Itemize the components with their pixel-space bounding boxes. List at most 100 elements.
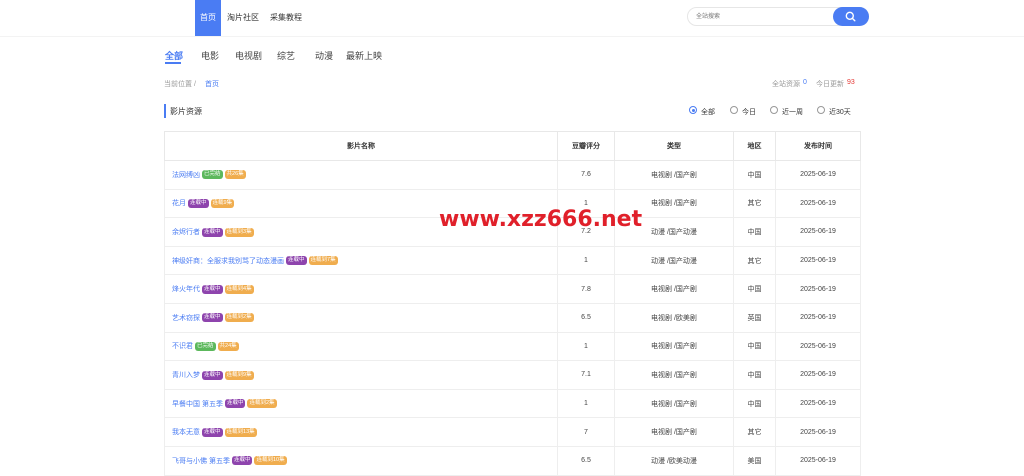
status-badge: 连载到2集	[247, 399, 277, 409]
title-link[interactable]: 不识君	[172, 343, 193, 350]
cell-region: 中国	[733, 160, 776, 190]
category-movie[interactable]: 电影	[201, 49, 219, 62]
cell-region: 其它	[733, 245, 776, 276]
category-variety[interactable]: 综艺	[277, 49, 295, 62]
status-badge: 连载中	[231, 456, 253, 466]
cell-date: 2025-06-19	[775, 188, 861, 219]
cell-title: 我本无意 连载中 连载到13集	[164, 417, 558, 447]
cell-date: 2025-06-19	[775, 417, 861, 447]
stat-today-value: 93	[847, 79, 855, 86]
cell-type: 电视剧 /国产剧	[614, 160, 734, 190]
cell-score: 7.6	[557, 160, 615, 190]
resource-table: 影片名称 豆瓣评分 类型 地区 发布时间 法网缚凶 已完结 共26集 7.6 电视剧 /…	[164, 131, 861, 476]
category-latest[interactable]: 最新上映	[346, 49, 382, 62]
title-link[interactable]: 余烬行者	[172, 229, 200, 236]
status-badge: 连载中	[202, 370, 223, 380]
cell-score: 7.1	[557, 360, 615, 390]
table-row: 青川入梦 连载中 连载到9集 7.1 电视剧 /国产剧 中国 2025-06-19	[164, 360, 861, 390]
title-link[interactable]: 艺术窃探	[172, 315, 200, 322]
category-active-indicator	[165, 62, 181, 64]
cell-region: 中国	[733, 274, 776, 304]
status-badge: 连载中	[202, 313, 223, 323]
title-link[interactable]: 青川入梦	[172, 372, 200, 379]
status-badge: 连载中	[202, 227, 223, 237]
stat-total-value: 0	[803, 79, 807, 86]
title-link[interactable]: 神级奸商：全服求我别骂了动态漫画	[172, 258, 284, 265]
cell-score: 7	[557, 417, 615, 447]
nav-item-tutorial[interactable]: 采集教程	[266, 0, 306, 36]
status-badge: 连载到13集	[224, 427, 257, 437]
cell-score: 1	[557, 245, 615, 276]
section-accent-bar	[164, 104, 166, 118]
status-badge: 连载到3集	[224, 227, 254, 237]
cell-type: 电视剧 /国产剧	[614, 388, 734, 419]
breadcrumb-home[interactable]: 首页	[205, 79, 219, 89]
search-icon	[845, 11, 856, 22]
status-badge: 连载中	[202, 427, 223, 437]
cell-date: 2025-06-19	[775, 217, 861, 247]
status-badge: 已完结	[202, 170, 223, 180]
cell-title: 青川入梦 连载中 连载到9集	[164, 360, 558, 390]
category-tv[interactable]: 电视剧	[235, 49, 262, 62]
title-link[interactable]: 花月	[172, 200, 186, 207]
title-link[interactable]: 我本无意	[172, 429, 200, 436]
status-badge: 连载到7集	[308, 256, 338, 266]
status-badge: 连载到10集	[254, 456, 287, 466]
cell-region: 其它	[733, 417, 776, 447]
filter-today-label: 今日	[742, 109, 756, 116]
status-badge: 连载中	[188, 199, 209, 209]
cell-score: 1	[557, 331, 615, 362]
nav-item-community[interactable]: 淘片社区	[224, 0, 262, 36]
status-badge: 共26集	[224, 170, 246, 180]
cell-date: 2025-06-19	[775, 302, 861, 333]
status-badge: 已完结	[195, 342, 216, 352]
status-badge: 连载中	[202, 284, 223, 294]
status-badge: 连载9集	[210, 199, 235, 209]
cell-region: 其它	[733, 188, 776, 219]
cell-type: 电视剧 /国产剧	[614, 417, 734, 447]
cell-date: 2025-06-19	[775, 274, 861, 304]
header-date: 发布时间	[775, 131, 861, 161]
cell-region: 英国	[733, 302, 776, 333]
watermark-text: www.xzz666.net	[439, 207, 643, 232]
table-row: 法网缚凶 已完结 共26集 7.6 电视剧 /国产剧 中国 2025-06-19	[164, 160, 861, 190]
nav-item-home[interactable]: 首页	[195, 0, 221, 36]
table-row: 烽火年代 连载中 连载到4集 7.8 电视剧 /国产剧 中国 2025-06-19	[164, 274, 861, 304]
cell-region: 中国	[733, 360, 776, 390]
filter-week-label: 近一周	[782, 109, 803, 116]
cell-title: 法网缚凶 已完结 共26集	[164, 160, 558, 190]
cell-region: 中国	[733, 388, 776, 419]
cell-type: 电视剧 /欧美剧	[614, 302, 734, 333]
header-score: 豆瓣评分	[557, 131, 615, 161]
cell-title: 神级奸商：全服求我别骂了动态漫画 连载中 连载到7集	[164, 245, 558, 276]
category-all[interactable]: 全部	[165, 49, 183, 62]
search-button[interactable]	[833, 7, 869, 26]
category-anime[interactable]: 动漫	[315, 49, 333, 62]
title-link[interactable]: 早餐中国 第五季	[172, 401, 223, 408]
cell-score: 7.8	[557, 274, 615, 304]
radio-icon	[817, 106, 825, 114]
search-input[interactable]	[696, 11, 826, 23]
search-box	[687, 7, 869, 26]
status-badge: 连载中	[224, 399, 246, 409]
cell-title: 艺术窃探 连载中 连载到2集	[164, 302, 558, 333]
table-row: 不识君 已完结 共24集 1 电视剧 /国产剧 中国 2025-06-19	[164, 331, 861, 362]
cell-date: 2025-06-19	[775, 360, 861, 390]
cell-type: 电视剧 /国产剧	[614, 331, 734, 362]
title-link[interactable]: 烽火年代	[172, 286, 200, 293]
status-badge: 连载到4集	[224, 284, 254, 294]
cell-region: 中国	[733, 217, 776, 247]
status-badge: 连载到9集	[224, 370, 254, 380]
header-type: 类型	[614, 131, 734, 161]
cell-date: 2025-06-19	[775, 331, 861, 362]
filter-30days-label: 近30天	[829, 109, 851, 116]
title-link[interactable]: 飞哥与小佛 第五季	[172, 458, 230, 465]
radio-icon	[730, 106, 738, 114]
title-link[interactable]: 法网缚凶	[172, 172, 200, 179]
table-row: 我本无意 连载中 连载到13集 7 电视剧 /国产剧 其它 2025-06-19	[164, 417, 861, 447]
radio-icon	[770, 106, 778, 114]
table-header-row: 影片名称 豆瓣评分 类型 地区 发布时间	[164, 131, 861, 161]
top-nav: 首页 淘片社区 采集教程	[0, 0, 1024, 36]
cell-date: 2025-06-19	[775, 245, 861, 276]
cell-region: 中国	[733, 331, 776, 362]
